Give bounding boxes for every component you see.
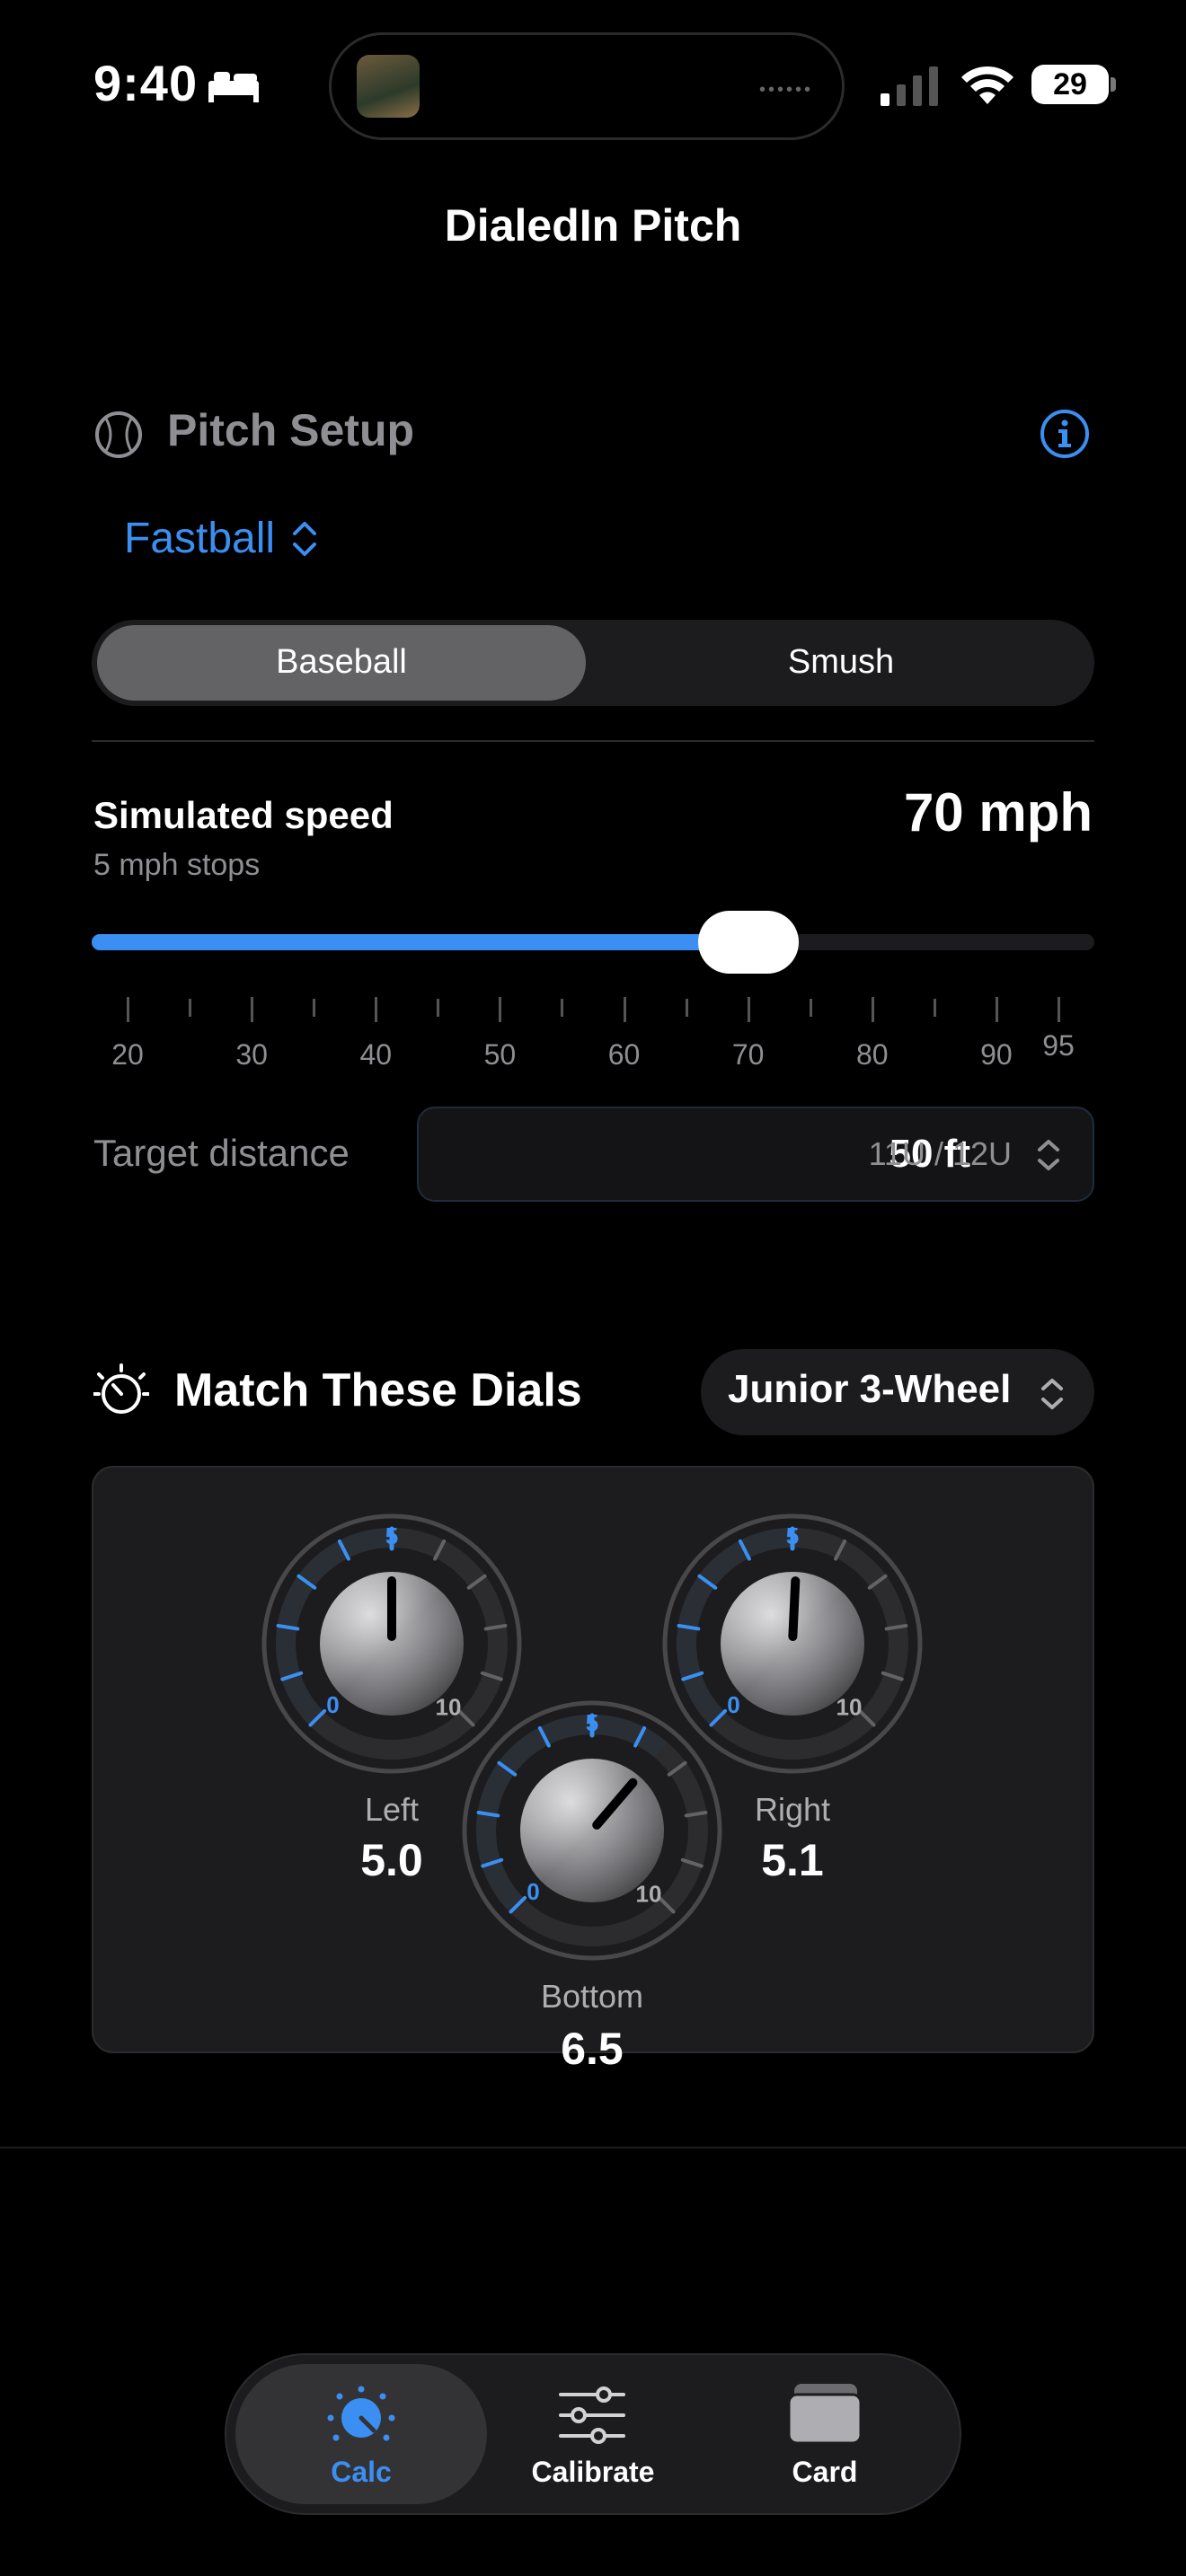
dial-bottom-name: Bottom bbox=[540, 1978, 644, 2015]
dial-right-value: 5.1 bbox=[761, 1835, 824, 1885]
dial-icon bbox=[327, 2386, 395, 2441]
tab-calc[interactable]: Calc bbox=[253, 2456, 469, 2489]
dial-left-value: 5.0 bbox=[360, 1835, 423, 1885]
tab-calibrate[interactable]: Calibrate bbox=[485, 2456, 701, 2489]
tab-card[interactable]: Card bbox=[717, 2456, 933, 2489]
dial-right-name: Right bbox=[754, 1791, 831, 1828]
dial-mid-label: 5 bbox=[385, 1522, 398, 1549]
dial-mid-label: 5 bbox=[786, 1522, 799, 1549]
dial-mid-label: 5 bbox=[586, 1709, 598, 1736]
cards-icon bbox=[787, 2384, 863, 2445]
dial-min-label: 0 bbox=[527, 1878, 539, 1905]
dial-bottom-value: 6.5 bbox=[561, 2024, 624, 2074]
dial-pointer bbox=[788, 1576, 801, 1642]
dial-left-name: Left bbox=[364, 1791, 420, 1828]
content-divider bbox=[0, 2147, 1186, 2148]
dial-min-label: 0 bbox=[727, 1691, 739, 1718]
dials-graphic: 50 1050 1050 10 bbox=[261, 1513, 923, 1961]
dial-knob-sheen bbox=[520, 1759, 664, 1902]
sliders-icon bbox=[559, 2386, 625, 2444]
dial-min-label: 0 bbox=[326, 1691, 339, 1718]
